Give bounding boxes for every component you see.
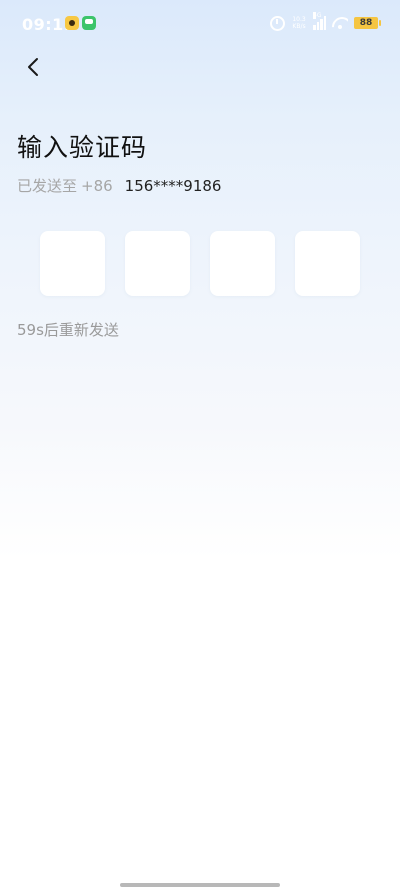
home-indicator[interactable]: [120, 883, 280, 887]
code-digit-box-2[interactable]: [125, 231, 190, 296]
alarm-icon: [270, 15, 285, 31]
system-icons: 10.3 KB/s 5G 88: [270, 12, 381, 32]
page-title: 输入验证码: [17, 133, 148, 162]
wifi-icon: [332, 17, 348, 29]
code-digit-box-1[interactable]: [40, 231, 105, 296]
sent-to-label: 已发送至: [17, 177, 78, 195]
code-digit-box-4[interactable]: [295, 231, 360, 296]
net-speed-unit: KB/s: [292, 23, 306, 30]
country-code: +86: [81, 177, 113, 195]
verification-code-input[interactable]: [40, 231, 361, 296]
battery-icon: 88: [354, 17, 381, 29]
chevron-left-icon: [28, 58, 38, 76]
status-bar: 09:11 10.3 KB/s 5G 88: [0, 0, 400, 48]
sent-to-row: 已发送至 +86 156****9186: [17, 176, 221, 196]
network-type: 5G: [313, 12, 322, 19]
app-notification-icon: [82, 16, 96, 30]
app-notification-icon: [65, 16, 79, 30]
code-digit-box-3[interactable]: [210, 231, 275, 296]
net-speed-value: 10.3: [292, 16, 306, 23]
cellular-signal-icon: 5G: [313, 12, 326, 30]
resend-countdown: 59s后重新发送: [17, 321, 119, 339]
back-button[interactable]: [18, 52, 48, 82]
phone-number: 156****9186: [124, 177, 222, 195]
net-speed: 10.3 KB/s: [291, 16, 307, 30]
